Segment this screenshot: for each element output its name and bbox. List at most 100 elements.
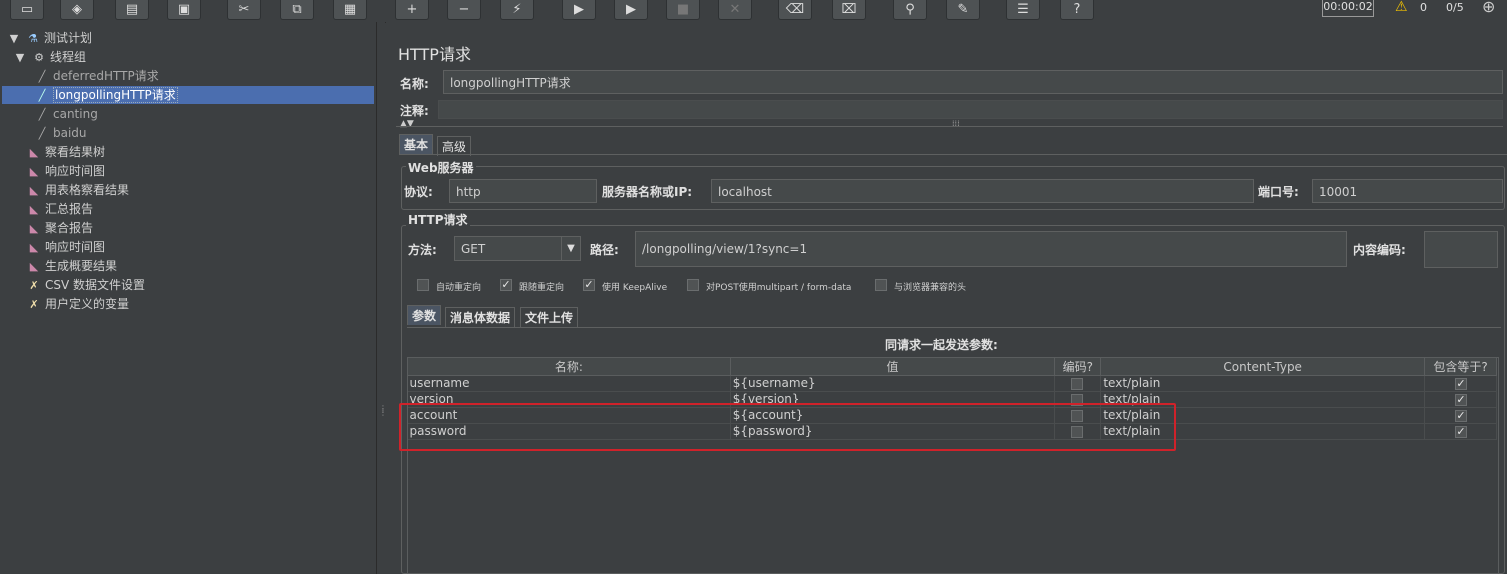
collapse-toggle-icon[interactable]: ▲▼ [400,119,414,129]
tree-node-sampler[interactable]: ╱ deferredHTTP请求 [34,67,159,85]
panel-title: HTTP请求 [398,45,471,64]
new-icon[interactable]: ▭ [10,0,44,20]
search-icon[interactable]: ⚲ [893,0,927,20]
server-label: 服务器名称或IP: [602,185,693,199]
server-field[interactable]: localhost [711,179,1254,203]
elapsed-timer: 00:00:02 [1322,0,1374,17]
tree-node-config[interactable]: ✗ CSV 数据文件设置 [26,276,145,294]
tree-node-listener[interactable]: ◣ 用表格察看结果 [26,181,129,199]
warning-icon[interactable]: ⚠ [1395,0,1408,15]
reset-search-icon[interactable]: ✎ [946,0,980,20]
tree-node-listener[interactable]: ◣ 生成概要结果 [26,257,117,275]
divider-grip-icon[interactable]: ⁞⁞⁞ [952,119,960,128]
keepalive-checkbox[interactable]: ✓ [583,279,595,291]
include-equals-checkbox[interactable]: ✓ [1455,378,1468,390]
param-name-cell[interactable]: username [407,375,731,392]
method-select[interactable]: GET ▼ [454,236,581,261]
start-no-pause-icon[interactable]: ▶ [614,0,648,20]
tree-node-test-plan[interactable]: ▼ ⚗ 测试计划 [6,29,92,47]
listener-icon: ◣ [29,241,39,254]
include-equals-cell[interactable]: ✓ [1424,391,1497,408]
params-caption: 同请求一起发送参数: [885,338,998,352]
tab-parameters[interactable]: 参数 [407,305,442,325]
expand-arrow-icon[interactable]: ▼ [12,49,28,67]
split-pane-divider[interactable]: ⋮ ⋮ [377,22,387,574]
clear-all-icon[interactable]: ⌧ [832,0,866,20]
protocol-field[interactable]: http [449,179,597,203]
tree-node-sampler[interactable]: ╱ canting [34,105,98,123]
include-equals-cell[interactable]: ✓ [1424,407,1497,424]
comment-field[interactable] [438,100,1503,119]
tree-node-config[interactable]: ✗ 用户定义的变量 [26,295,129,313]
content-encoding-label: 内容编码: [1353,243,1406,257]
multipart-checkbox[interactable] [687,279,699,291]
content-type-cell[interactable]: text/plain [1100,375,1426,392]
tree-node-listener[interactable]: ◣ 察看结果树 [26,143,105,161]
sampler-icon: ╱ [38,127,46,140]
include-equals-cell[interactable]: ✓ [1424,375,1497,392]
cut-icon[interactable]: ✂ [227,0,261,20]
include-equals-checkbox[interactable]: ✓ [1455,426,1468,438]
encode-cell[interactable] [1054,375,1102,392]
template-icon[interactable]: ◈ [60,0,94,20]
stop-icon[interactable]: ■ [666,0,700,20]
tree-node-listener[interactable]: ◣ 响应时间图 [26,162,105,180]
listener-icon: ◣ [29,260,39,273]
tab-file-upload[interactable]: 文件上传 [520,307,579,327]
include-equals-checkbox[interactable]: ✓ [1455,410,1468,422]
divider [396,126,1503,127]
auto-redirect-label: 自动重定向 [436,283,482,293]
chevron-down-icon[interactable]: ▼ [561,237,580,260]
shutdown-icon[interactable]: ✕ [718,0,752,20]
include-equals-checkbox[interactable]: ✓ [1455,394,1468,406]
expand-arrow-icon[interactable]: ▼ [6,30,22,48]
clear-icon[interactable]: ⌫ [778,0,812,20]
tab-advanced[interactable]: 高级 [437,136,472,156]
include-equals-cell[interactable]: ✓ [1424,423,1497,440]
follow-redirect-checkbox[interactable]: ✓ [500,279,512,291]
collapse-icon[interactable]: − [447,0,481,20]
tree-node-listener[interactable]: ◣ 汇总报告 [26,200,93,218]
port-label: 端口号: [1258,185,1299,199]
sampler-icon: ╱ [38,70,46,83]
tree-node-listener[interactable]: ◣ 响应时间图 [26,238,105,256]
column-header-name[interactable]: 名称: [407,357,731,376]
start-icon[interactable]: ▶ [562,0,596,20]
sub-tab-divider [407,327,1501,328]
auto-redirect-checkbox[interactable] [417,279,429,291]
keepalive-label: 使用 KeepAlive [602,283,668,293]
config-icon: ✗ [29,279,39,292]
tab-body-data[interactable]: 消息体数据 [445,307,516,327]
toggle-icon[interactable]: ⚡ [500,0,534,20]
tree-node-listener[interactable]: ◣ 聚合报告 [26,219,93,237]
paste-icon[interactable]: ▦ [333,0,367,20]
encode-checkbox[interactable] [1071,378,1084,390]
column-header-content-type[interactable]: Content-Type [1100,357,1426,376]
expand-icon[interactable]: + [395,0,429,20]
open-icon[interactable]: ▤ [115,0,149,20]
browser-headers-checkbox[interactable] [875,279,887,291]
content-encoding-field[interactable] [1424,231,1498,268]
follow-redirect-label: 跟随重定向 [519,283,565,293]
tab-divider [399,154,1507,155]
path-field[interactable]: /longpolling/view/1?sync=1 [635,231,1347,267]
remote-status-icon[interactable]: ⊕ [1482,0,1495,16]
param-value-cell[interactable]: ${username} [730,375,1056,392]
save-icon[interactable]: ▣ [167,0,201,20]
sampler-icon: ╱ [38,89,46,102]
column-header-value[interactable]: 值 [729,357,1056,376]
table-row[interactable]: username ${username} text/plain ✓ [407,375,1497,392]
name-field[interactable]: longpollingHTTP请求 [443,70,1503,94]
tree-node-thread-group[interactable]: ▼ ⚙ 线程组 [12,48,86,66]
tab-basic[interactable]: 基本 [399,134,434,154]
function-helper-icon[interactable]: ☰ [1006,0,1040,20]
column-header-encode[interactable]: 编码? [1054,357,1102,376]
toolbar: ▭ ◈ ▤ ▣ ✂ ⧉ ▦ + − ⚡ ▶ ▶ ■ ✕ ⌫ ⌧ ⚲ ✎ ☰ ? … [0,0,1507,23]
help-icon[interactable]: ? [1060,0,1094,20]
tree-node-sampler-selected[interactable]: ╱ longpollingHTTP请求 [2,86,374,104]
copy-icon[interactable]: ⧉ [280,0,314,20]
column-header-include-equals[interactable]: 包含等于? [1424,357,1497,376]
tree-node-sampler[interactable]: ╱ baidu [34,124,87,142]
method-value: GET [461,242,486,256]
port-field[interactable]: 10001 [1312,179,1503,203]
